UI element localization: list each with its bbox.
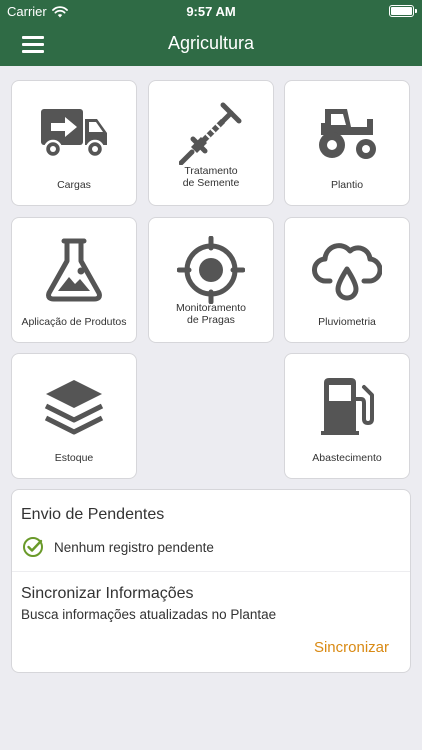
tile-label-cargas: Cargas — [57, 179, 91, 191]
tile-monitoramento-de-pragas[interactable]: Monitoramento de Pragas — [148, 217, 274, 343]
lab-flask-icon — [46, 238, 102, 302]
tile-label-estoque: Estoque — [54, 452, 94, 464]
tractor-icon — [319, 109, 376, 159]
sync-button[interactable]: Sincronizar — [314, 639, 389, 656]
tile-label-monitoramento-de-pragas: Monitoramento de Pragas — [175, 302, 247, 326]
delivery-truck-icon — [41, 109, 107, 159]
tile-pluviometria[interactable]: Pluviometria — [284, 217, 410, 343]
tile-label-abastecimento: Abastecimento — [312, 452, 382, 464]
sync-card: Envio de Pendentes Nenhum registro pende… — [11, 489, 411, 673]
status-bar: Carrier 9:57 AM — [0, 0, 422, 22]
sync-title: Sincronizar Informações — [21, 585, 194, 602]
layers-stack-icon — [44, 380, 104, 435]
pending-status-text: Nenhum registro pendente — [54, 539, 214, 555]
tile-tratamento-de-semente[interactable]: Tratamento de Semente — [148, 80, 274, 206]
tile-estoque[interactable]: Estoque — [11, 353, 137, 479]
battery-icon — [389, 5, 417, 17]
tile-cargas[interactable]: Cargas — [11, 80, 137, 206]
sync-description: Busca informações atualizadas no Plantae — [21, 607, 277, 622]
syringe-icon — [179, 102, 242, 165]
tile-label-aplicacao-de-produtos: Aplicação de Produtos — [21, 316, 127, 328]
check-circle-icon — [23, 537, 43, 557]
tile-label-pluviometria: Pluviometria — [318, 316, 376, 328]
tile-label-plantio: Plantio — [330, 179, 364, 191]
divider — [12, 571, 410, 572]
app-header: Carrier 9:57 AM Agricultura — [0, 0, 422, 66]
tile-aplicacao-de-produtos[interactable]: Aplicação de Produtos — [11, 217, 137, 343]
page-title: Agricultura — [167, 33, 255, 53]
status-time: 9:57 AM — [186, 4, 236, 19]
tile-abastecimento[interactable]: Abastecimento — [284, 353, 410, 479]
rain-cloud-icon — [312, 243, 382, 301]
pending-title: Envio de Pendentes — [21, 506, 165, 523]
tile-label-tratamento-de-semente: Tratamento de Semente — [182, 165, 240, 189]
crosshair-target-icon — [177, 236, 245, 304]
fuel-pump-icon — [321, 378, 374, 435]
tile-plantio[interactable]: Plantio — [284, 80, 410, 206]
pending-status: Nenhum registro pendente — [22, 536, 214, 558]
